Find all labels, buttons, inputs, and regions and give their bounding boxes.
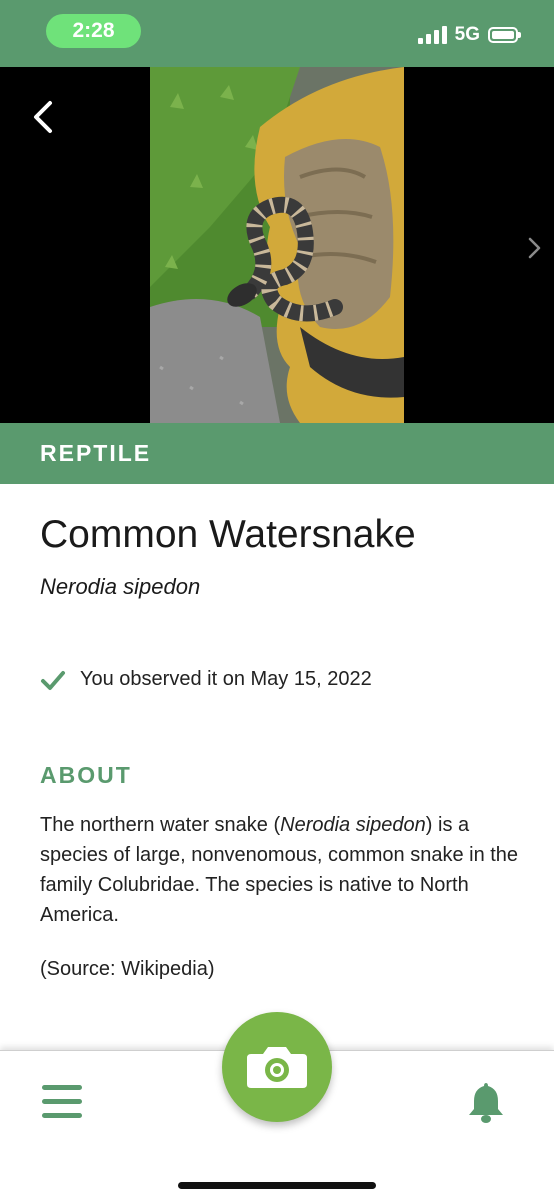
status-time: 2:28	[46, 14, 141, 48]
home-indicator	[178, 1182, 376, 1189]
camera-icon	[247, 1047, 307, 1088]
status-bar: 2:28 5G	[0, 0, 554, 67]
next-photo-button[interactable]	[524, 235, 544, 261]
about-heading: ABOUT	[40, 762, 132, 788]
species-common-name: Common Watersnake	[40, 513, 416, 556]
bell-icon	[469, 1083, 503, 1123]
chevron-left-icon	[34, 101, 52, 133]
category-banner: REPTILE	[0, 423, 554, 484]
species-photo-viewer[interactable]	[0, 67, 554, 423]
status-indicators: 5G	[417, 22, 521, 48]
battery-icon	[488, 27, 521, 43]
signal-icon	[417, 26, 447, 44]
category-label: REPTILE	[40, 440, 152, 466]
camera-button[interactable]	[222, 1012, 332, 1122]
observation-status: You observed it on May 15, 2022	[40, 668, 372, 691]
observation-text: You observed it on May 15, 2022	[80, 668, 372, 690]
about-description: The northern water snake (Nerodia sipedo…	[40, 810, 520, 930]
about-source: (Source: Wikipedia)	[40, 958, 215, 980]
network-type: 5G	[454, 24, 480, 45]
checkmark-icon	[41, 670, 65, 690]
species-photo	[150, 67, 404, 423]
menu-button[interactable]	[42, 1085, 84, 1121]
about-scientific-name: Nerodia sipedon	[280, 814, 426, 836]
species-scientific-name: Nerodia sipedon	[40, 574, 201, 599]
menu-icon	[42, 1085, 84, 1118]
about-text-part: The northern water snake (	[40, 814, 281, 836]
back-button[interactable]	[28, 97, 58, 137]
chevron-right-icon	[528, 237, 541, 259]
notifications-button[interactable]	[464, 1079, 508, 1125]
